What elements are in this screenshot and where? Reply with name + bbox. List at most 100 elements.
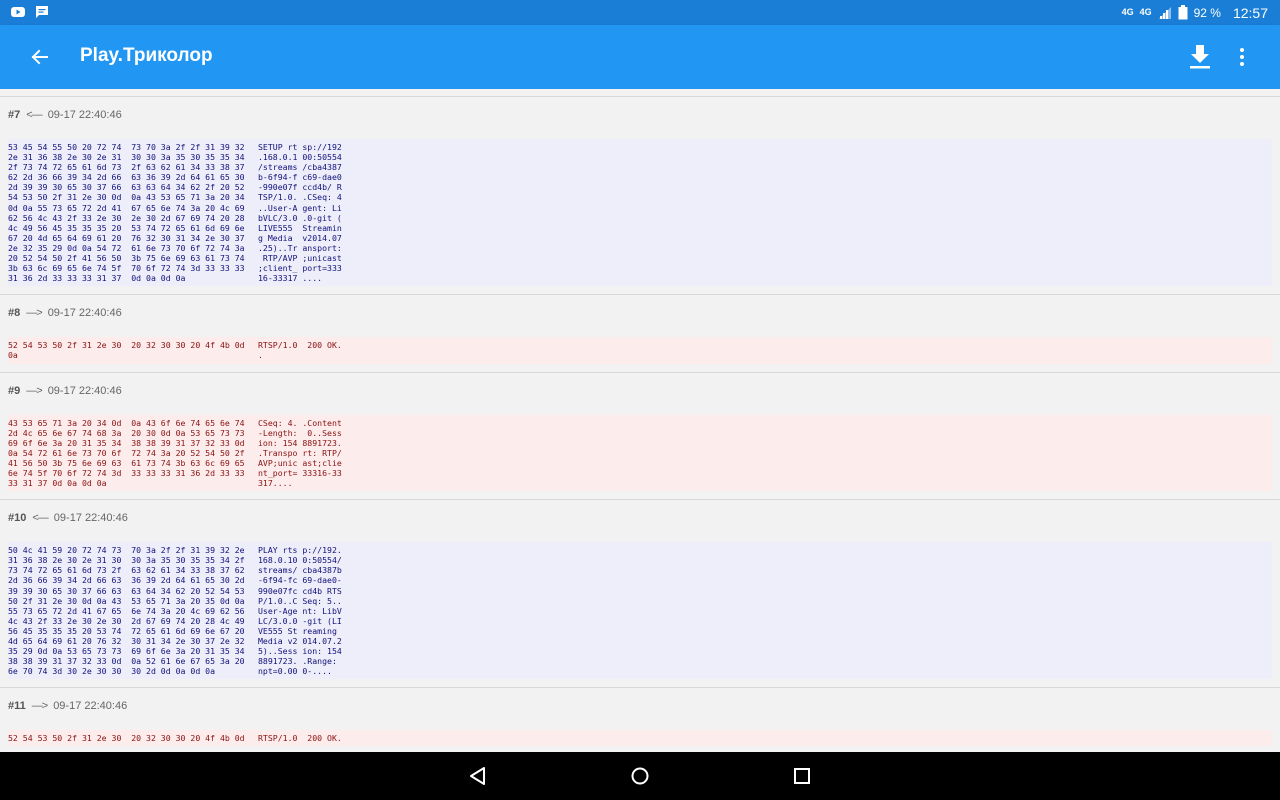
log-entry[interactable]: #10 <— 09-17 22:40:46 50 4c 41 59 20 72 74 … bbox=[0, 500, 1280, 689]
hex-line: 39 39 30 65 30 37 66 63 63 64 34 62 20 5… bbox=[8, 585, 245, 596]
received-packet-dump: 43 53 65 71 3a 20 34 0d 0a 43 6f 6e 74 6… bbox=[8, 414, 1272, 492]
hex-line: 6e 74 5f 70 6f 72 74 3d 33 33 33 31 36 2… bbox=[8, 467, 245, 478]
ascii-line: RTP/AVP ;unicast bbox=[258, 253, 342, 264]
ascii-line: LC/3.0.0 -git (LI bbox=[258, 615, 342, 626]
ascii-line: VE555 St reaming bbox=[258, 625, 342, 636]
hex-line: 2e 31 36 38 2e 30 2e 31 30 30 3a 35 30 3… bbox=[8, 152, 245, 163]
hex-line: 67 20 4d 65 64 69 61 20 76 32 30 31 34 2… bbox=[8, 232, 245, 243]
ascii-line: 16-33317 .... bbox=[258, 273, 323, 284]
hex-line: 4c 43 2f 33 2e 30 2e 30 2d 67 69 74 20 2… bbox=[8, 615, 245, 626]
hex-line: 2d 39 39 30 65 30 37 66 63 63 64 34 62 2… bbox=[8, 182, 245, 193]
ascii-line: 317.... bbox=[258, 478, 293, 489]
hex-line: 2f 73 74 72 65 61 6d 73 2f 63 62 61 34 3… bbox=[8, 162, 245, 173]
direction-indicator: <— bbox=[32, 512, 48, 525]
ascii-line: .Transpo rt: RTP/ bbox=[258, 447, 342, 458]
entry-timestamp: 09-17 22:40:46 bbox=[47, 384, 122, 397]
hex-line: 3b 63 6c 69 65 6e 74 5f 70 6f 72 74 3d 3… bbox=[8, 263, 245, 274]
status-bar: 4G 4G 92 % 12:57 bbox=[0, 0, 1280, 25]
hex-line: 31 36 2d 33 33 33 31 37 0d 0a 0d 0a bbox=[8, 273, 186, 284]
ascii-line: 5)..Sess ion: 154 bbox=[258, 646, 342, 657]
divider bbox=[0, 89, 1280, 97]
ascii-line: TSP/1.0. .CSeq: 4 bbox=[258, 192, 342, 203]
message-icon bbox=[36, 6, 48, 18]
ascii-line: ;client_ port=333 bbox=[258, 263, 342, 274]
ascii-line: streams/ cba4387b bbox=[258, 565, 342, 576]
app-bar: Play.Триколор bbox=[0, 25, 1280, 89]
nav-home-button[interactable] bbox=[628, 764, 652, 788]
hex-column: 53 45 54 55 50 20 72 74 73 70 3a 2f 2f 3… bbox=[8, 142, 258, 283]
hex-line: 54 53 50 2f 31 2e 30 0d 0a 43 53 65 71 3… bbox=[8, 192, 245, 203]
hex-line: 6e 70 74 3d 30 2e 30 30 30 2d 0d 0a 0d 0… bbox=[8, 666, 216, 677]
entry-number: #10 bbox=[8, 512, 27, 525]
ascii-line: -Length: 0..Sess bbox=[258, 427, 342, 438]
battery-percent: 92 % bbox=[1193, 5, 1221, 20]
sent-packet-dump: 50 4c 41 59 20 72 74 73 70 3a 2f 2f 31 3… bbox=[8, 542, 1272, 680]
entry-number: #11 bbox=[8, 700, 26, 713]
signal-icon bbox=[1158, 6, 1171, 19]
hex-line: 53 45 54 55 50 20 72 74 73 70 3a 2f 2f 3… bbox=[8, 142, 245, 152]
download-button[interactable] bbox=[1184, 39, 1216, 75]
log-entry[interactable]: #7 <— 09-17 22:40:46 53 45 54 55 50 20 72 7… bbox=[0, 97, 1280, 296]
hex-line: 52 54 53 50 2f 31 2e 30 20 32 30 30 20 4… bbox=[8, 733, 245, 744]
hex-line: 2e 32 35 29 0d 0a 54 72 61 6e 73 70 6f 7… bbox=[8, 242, 245, 253]
ascii-line: ion: 154 8891723. bbox=[258, 437, 342, 448]
ascii-line: LIVE555 Streamin bbox=[258, 222, 342, 233]
hex-line: 62 56 4c 43 2f 33 2e 30 2e 30 2d 67 69 7… bbox=[8, 212, 245, 223]
ascii-line: RTSP/1.0 200 OK. bbox=[258, 340, 342, 351]
youtube-icon bbox=[11, 7, 25, 17]
log-entry-header: #11 —> 09-17 22:40:46 bbox=[0, 688, 1280, 724]
status-bar-system: 4G 4G 92 % 12:57 bbox=[1122, 0, 1268, 25]
ascii-line: CSeq: 4. .Content bbox=[258, 417, 342, 428]
battery-icon bbox=[1178, 5, 1188, 20]
ascii-line: nt_port= 33316-33 bbox=[258, 467, 342, 478]
download-icon bbox=[1190, 45, 1210, 69]
ascii-column: RTSP/1.0 200 OK. bbox=[258, 733, 342, 743]
hex-line: 20 52 54 50 2f 41 56 50 3b 75 6e 69 63 6… bbox=[8, 253, 245, 264]
ascii-line: RTSP/1.0 200 OK. bbox=[258, 733, 342, 744]
hex-line: 35 29 0d 0a 53 65 73 73 69 6f 6e 3a 20 3… bbox=[8, 646, 245, 657]
hex-column: 52 54 53 50 2f 31 2e 30 20 32 30 30 20 4… bbox=[8, 733, 258, 743]
log-entry-header: #8 —> 09-17 22:40:46 bbox=[0, 295, 1280, 331]
ascii-line: /streams /cba4387 bbox=[258, 162, 342, 173]
entry-number: #8 bbox=[8, 307, 21, 320]
ascii-column: CSeq: 4. .Content -Length: 0..Sess ion: 15… bbox=[258, 418, 342, 489]
network-type-1: 4G bbox=[1121, 7, 1134, 17]
hex-line: 38 38 39 31 37 32 33 0d 0a 52 61 6e 67 6… bbox=[8, 656, 245, 667]
status-bar-notifications bbox=[10, 4, 50, 20]
ascii-line: .168.0.1 00:50554 bbox=[258, 152, 342, 163]
hex-line: 2d 4c 65 6e 67 74 68 3a 20 30 0d 0a 53 6… bbox=[8, 427, 245, 438]
ascii-line: g Media v2014.07 bbox=[258, 232, 342, 243]
ascii-line: 990e07fc cd4b RTS bbox=[258, 585, 342, 596]
hex-line: 50 4c 41 59 20 72 74 73 70 3a 2f 2f 31 3… bbox=[8, 545, 245, 556]
entry-timestamp: 09-17 22:40:46 bbox=[47, 307, 122, 320]
log-entry[interactable]: #8 —> 09-17 22:40:46 52 54 53 50 2f 31 2e 3… bbox=[0, 295, 1280, 373]
ascii-column: RTSP/1.0 200 OK.. bbox=[258, 340, 342, 360]
log-entry[interactable]: #11 —> 09-17 22:40:46 52 54 53 50 2f 31 2e … bbox=[0, 688, 1280, 752]
entry-timestamp: 09-17 22:40:46 bbox=[53, 512, 128, 525]
sent-packet-dump: 53 45 54 55 50 20 72 74 73 70 3a 2f 2f 3… bbox=[8, 139, 1272, 287]
direction-indicator: —> bbox=[26, 384, 42, 397]
log-entry[interactable]: #9 —> 09-17 22:40:46 43 53 65 71 3a 20 34 0… bbox=[0, 373, 1280, 501]
nav-recents-button[interactable] bbox=[790, 764, 814, 788]
ascii-line: AVP;unic ast;clie bbox=[258, 457, 342, 468]
back-button[interactable] bbox=[22, 39, 58, 75]
ascii-line: ..User-A gent: Li bbox=[258, 202, 342, 213]
hex-line: 41 56 50 3b 75 6e 69 63 61 73 74 3b 63 6… bbox=[8, 457, 245, 468]
hex-line: 56 45 35 35 35 20 53 74 72 65 61 6d 69 6… bbox=[8, 625, 245, 636]
ascii-line: SETUP rt sp://192 bbox=[258, 142, 342, 152]
hex-line: 55 73 65 72 2d 41 67 65 6e 74 3a 20 4c 6… bbox=[8, 605, 245, 616]
page-title: Play.Триколор bbox=[80, 45, 213, 66]
network-type-2: 4G bbox=[1139, 7, 1152, 17]
back-arrow-icon bbox=[31, 49, 48, 65]
direction-indicator: —> bbox=[31, 700, 48, 713]
ascii-line: npt=0.00 0-.... bbox=[258, 666, 332, 677]
nav-back-button[interactable] bbox=[466, 764, 490, 788]
clock: 12:57 bbox=[1232, 4, 1268, 21]
more-options-button[interactable] bbox=[1228, 39, 1256, 75]
ascii-line: -990e07f ccd4b/ R bbox=[258, 182, 342, 193]
entry-timestamp: 09-17 22:40:46 bbox=[47, 109, 122, 121]
home-circle-icon bbox=[631, 767, 649, 785]
hex-line: 0a 54 72 61 6e 73 70 6f 72 74 3a 20 52 5… bbox=[8, 447, 245, 458]
packet-log-list[interactable]: #7 <— 09-17 22:40:46 53 45 54 55 50 20 72 7… bbox=[0, 89, 1280, 752]
ascii-line: b-6f94-f c69-dae0 bbox=[258, 172, 342, 183]
